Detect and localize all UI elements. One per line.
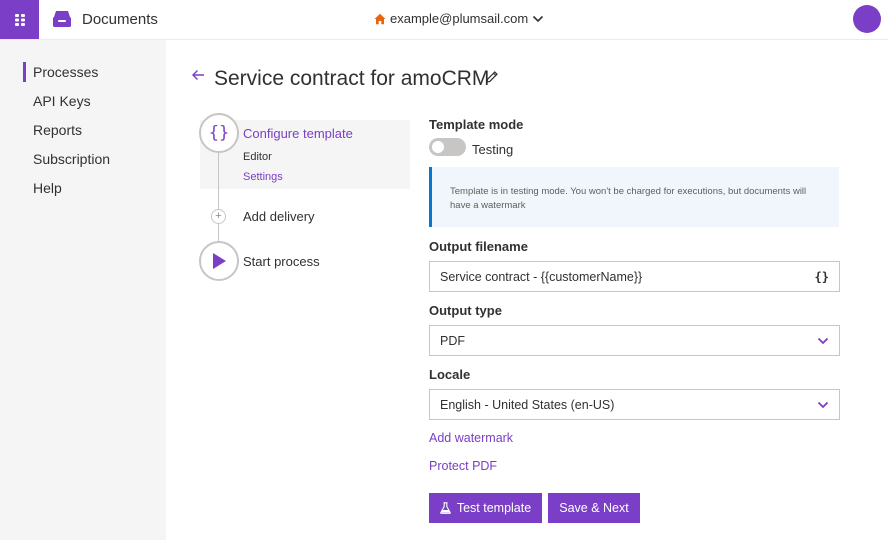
output-type-value: PDF [440,333,465,348]
sidebar-item-reports[interactable]: Reports [33,122,82,138]
app-launcher-button[interactable] [0,0,39,39]
back-arrow-icon[interactable] [191,68,205,82]
step-add-delivery[interactable]: Add delivery [243,209,315,224]
output-type-dropdown[interactable]: PDF [429,325,840,356]
chevron-down-icon [533,15,544,22]
locale-label: Locale [429,367,471,382]
play-triangle [213,253,226,269]
insert-token-button[interactable]: {} [815,270,829,284]
grid-icon [14,13,25,26]
save-next-button[interactable]: Save & Next [548,493,640,523]
sidebar-item-api-keys[interactable]: API Keys [33,93,91,109]
output-filename-input[interactable]: Service contract - {{customerName}} {} [429,261,840,292]
add-watermark-link[interactable]: Add watermark [429,431,513,445]
top-bar: Documents example@plumsail.com [0,0,888,40]
output-type-label: Output type [429,303,502,318]
output-filename-value: Service contract - {{customerName}} [440,269,643,284]
page-title: Service contract for amoCRM [214,67,490,90]
stepper-line [218,152,219,244]
account-email: example@plumsail.com [390,11,529,26]
test-template-button[interactable]: Test template [429,493,542,523]
protect-pdf-link[interactable]: Protect PDF [429,459,497,473]
home-icon [374,13,386,24]
active-indicator [23,62,26,82]
app-title: Documents [82,11,158,28]
sidebar-item-subscription[interactable]: Subscription [33,151,110,167]
sidebar-item-processes[interactable]: Processes [33,64,98,80]
template-mode-label: Template mode [429,117,524,132]
account-selector[interactable]: example@plumsail.com [374,11,544,26]
chevron-down-icon [817,401,829,408]
test-template-label: Test template [456,501,532,515]
template-mode-toggle-label: Testing [472,142,514,157]
play-icon[interactable] [199,241,239,281]
curly-braces-icon[interactable]: {} [199,113,239,153]
locale-dropdown[interactable]: English - United States (en-US) [429,389,840,420]
substep-settings[interactable]: Settings [243,171,283,183]
plus-icon[interactable]: + [211,209,226,224]
testing-mode-info: Template is in testing mode. You won't b… [429,167,839,227]
avatar[interactable] [853,5,881,33]
pencil-icon[interactable] [485,70,499,84]
substep-editor[interactable]: Editor [243,151,272,163]
sidebar [0,40,166,540]
documents-logo-icon [53,11,71,27]
step-configure-template[interactable]: Configure template [243,126,353,141]
step-start-process[interactable]: Start process [243,254,320,269]
flask-icon [439,502,451,514]
sidebar-item-help[interactable]: Help [33,180,62,196]
output-filename-label: Output filename [429,239,528,254]
template-mode-toggle[interactable] [429,138,466,156]
locale-value: English - United States (en-US) [440,397,615,412]
chevron-down-icon [817,337,829,344]
save-next-label: Save & Next [559,501,629,515]
